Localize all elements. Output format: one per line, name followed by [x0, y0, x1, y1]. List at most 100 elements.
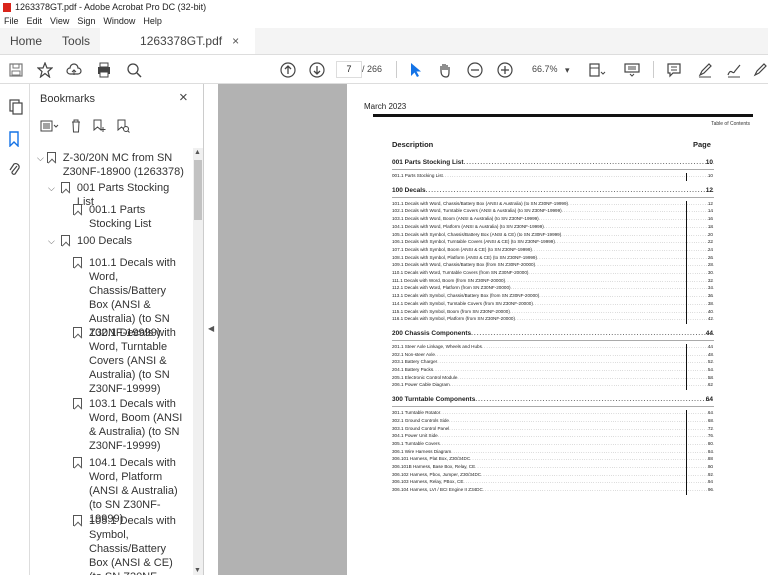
bookmarks-scrollbar[interactable]: ▲ ▼ — [193, 148, 203, 575]
page-thumbnails-icon[interactable] — [7, 97, 23, 116]
toc-entry-row[interactable]: 306.103 Harness, Relay, PBox, CE .......… — [392, 479, 714, 484]
toc-entry-page: 94 — [707, 479, 713, 485]
toc-entry-row[interactable]: 205.1 Electronic Control Module ........… — [392, 375, 714, 380]
select-cursor-icon[interactable] — [409, 60, 423, 79]
zoom-search-icon[interactable] — [126, 60, 142, 79]
toc-entry-row[interactable]: 206.1 Power Cable Diagram ..............… — [392, 382, 714, 387]
document-canvas[interactable]: March 2023 Table of Contents Description… — [218, 84, 768, 575]
toc-entry-row[interactable]: 202.1 Non-steer Axle ...................… — [392, 352, 714, 357]
toc-entry-row[interactable]: 106.1 Decals with Symbol, Turntable Cove… — [392, 239, 714, 244]
close-panel-icon[interactable]: × — [179, 89, 188, 106]
zoom-dropdown-chevron-icon[interactable]: ▾ — [565, 61, 570, 80]
bookmark-node-102-1[interactable]: 102.1 Decals with Word, Turntable Covers… — [73, 326, 187, 396]
toc-entry-row[interactable]: 104.1 Decals with Word, Platform (ANSI &… — [392, 224, 714, 229]
save-icon[interactable] — [9, 60, 23, 79]
menu-window[interactable]: Window — [103, 16, 135, 26]
tab-tools[interactable]: Tools — [52, 28, 100, 54]
toc-entry-row[interactable]: 108.1 Decals with Symbol, Platform (ANSI… — [392, 255, 714, 260]
toc-entry-row[interactable]: 102.1 Decals with Word, Turntable Covers… — [392, 208, 714, 213]
toc-entry-label: 104.1 Decals with Word, Platform (ANSI &… — [392, 223, 544, 229]
bookmark-label: Z-30/20N MC from SN Z30NF-18900 (1263378… — [62, 152, 184, 178]
new-bookmark-icon[interactable] — [92, 119, 106, 136]
menu-file[interactable]: File — [4, 16, 19, 26]
toc-entry-row[interactable]: 303.1 Ground Control Panel .............… — [392, 426, 714, 431]
toc-entry-row[interactable]: 204.1 Battery Packs ....................… — [392, 367, 714, 372]
bookmark-node-105-1[interactable]: 105.1 Decals with Symbol, Chassis/Batter… — [73, 514, 187, 575]
bookmark-node-100[interactable]: ⌵ 100 Decals — [48, 234, 188, 248]
menu-view[interactable]: View — [50, 16, 69, 26]
find-bookmark-icon[interactable] — [116, 119, 130, 136]
toc-section-row[interactable]: 001 Parts Stocking List ................… — [392, 159, 714, 166]
scrollbar-thumb[interactable] — [194, 160, 202, 220]
zoom-in-icon[interactable] — [497, 60, 513, 79]
previous-page-icon[interactable] — [280, 60, 296, 79]
star-bookmark-icon[interactable] — [37, 60, 53, 79]
collapse-left-arrow-icon[interactable]: ◀ — [208, 324, 214, 333]
toc-entry-row[interactable]: 115.1 Decals with Symbol, Boom (from SN … — [392, 309, 714, 314]
chevron-down-icon[interactable]: ⌵ — [37, 151, 44, 179]
scroll-down-arrow-icon[interactable]: ▼ — [194, 567, 201, 574]
toc-entry-row[interactable]: 306.104 Harness, LVI / BCI Engine II Z34… — [392, 487, 714, 492]
tab-home[interactable]: Home — [0, 28, 52, 54]
toc-entry-row[interactable]: 107.1 Decals with Symbol, Boom (ANSI & C… — [392, 247, 714, 252]
bookmarks-panel-title: Bookmarks — [40, 93, 96, 105]
zoom-out-icon[interactable] — [467, 60, 483, 79]
chevron-down-icon[interactable]: ⌵ — [48, 181, 58, 209]
toc-section-row[interactable]: 200 Chassis Components .................… — [392, 330, 714, 337]
toc-entry-row[interactable]: 306.102 Harness, Pbox, Jumper, Z30/34DC … — [392, 472, 714, 477]
toc-entry-row[interactable]: 306.1 Wire Harness Diagram .............… — [392, 449, 714, 454]
tab-close-icon[interactable]: × — [232, 34, 239, 48]
toc-entry-row[interactable]: 301.1 Turntable Rotator ................… — [392, 410, 714, 415]
comment-icon[interactable] — [666, 60, 682, 79]
toc-entry-row[interactable]: 105.1 Decals with Symbol, Chassis/Batter… — [392, 232, 714, 237]
bookmark-node-001-1[interactable]: 001.1 Parts Stocking List — [73, 203, 185, 231]
toc-entry-row[interactable]: 113.1 Decals with Symbol, Chassis/Batter… — [392, 293, 714, 298]
upload-cloud-icon[interactable] — [66, 60, 82, 79]
toc-entry-row[interactable]: 306.101 Harness, Plat Box, Z30/34DC ....… — [392, 456, 714, 461]
bookmark-tree[interactable]: ⌵ Z-30/20N MC from SN Z30NF-18900 (12633… — [30, 148, 193, 575]
toc-entry-row[interactable]: 110.1 Decals with Word, Turntable Covers… — [392, 270, 714, 275]
fill-sign-icon[interactable] — [752, 60, 768, 79]
toc-entry-row[interactable]: 305.1 Turntable Covers .................… — [392, 441, 714, 446]
toc-entry-row[interactable]: 114.1 Decals with Symbol, Turntable Cove… — [392, 301, 714, 306]
toc-section-title: 300 Turntable Components — [392, 396, 476, 404]
zoom-level-select[interactable]: 66.7% — [532, 64, 558, 74]
tab-document[interactable]: 1263378GT.pdf × — [100, 28, 256, 54]
panel-collapse-handle[interactable]: ◀ — [204, 84, 218, 575]
toc-page-bracket — [686, 343, 687, 391]
page-number-input[interactable]: 7 — [336, 61, 362, 78]
toc-entry-label: 201.1 Steer Axle Linkage, Wheels and Hub… — [392, 343, 482, 349]
menu-help[interactable]: Help — [143, 16, 162, 26]
bookmark-node-root[interactable]: ⌵ Z-30/20N MC from SN Z30NF-18900 (12633… — [37, 151, 187, 179]
toc-entry-row[interactable]: 201.1 Steer Axle Linkage, Wheels and Hub… — [392, 344, 714, 349]
toc-entry-row[interactable]: 302.1 Ground Controls Side .............… — [392, 418, 714, 423]
toc-entry-row[interactable]: 304.1 Power Unit Side ..................… — [392, 433, 714, 438]
toc-entry-row[interactable]: 109.1 Decals with Word, Chassis/Battery … — [392, 262, 714, 267]
page-display-icon[interactable] — [588, 60, 606, 79]
bookmarks-panel-icon[interactable] — [7, 129, 21, 148]
attachments-paperclip-icon[interactable] — [7, 159, 21, 178]
scroll-up-arrow-icon[interactable]: ▲ — [194, 149, 201, 156]
chevron-down-icon[interactable]: ⌵ — [48, 234, 58, 248]
hand-tool-icon[interactable] — [437, 60, 453, 79]
next-page-icon[interactable] — [309, 60, 325, 79]
sign-icon[interactable] — [726, 60, 742, 79]
menu-edit[interactable]: Edit — [27, 16, 43, 26]
toc-section-row[interactable]: 100 Decals .............................… — [392, 187, 714, 194]
toc-entry-row[interactable]: 101.1 Decals with Word, Chassis/Battery … — [392, 201, 714, 206]
toc-section-row[interactable]: 300 Turntable Components ...............… — [392, 396, 714, 403]
toc-entry-row[interactable]: 001.1 Parts Stocking List ..............… — [392, 173, 714, 178]
print-icon[interactable] — [96, 60, 112, 79]
toc-entry-row[interactable]: 111.1 Decals with Word, Boom (from SN Z3… — [392, 278, 714, 283]
toc-entry-row[interactable]: 116.1 Decals with Symbol, Platform (from… — [392, 316, 714, 321]
toc-entry-row[interactable]: 306.101B Harness, Base Box, Relay, CE ..… — [392, 464, 714, 469]
delete-bookmark-icon[interactable] — [70, 119, 82, 136]
bookmark-node-103-1[interactable]: 103.1 Decals with Word, Boom (ANSI & Aus… — [73, 397, 187, 453]
keyboard-tools-icon[interactable] — [623, 60, 641, 79]
options-menu-icon[interactable] — [40, 120, 60, 135]
toc-entry-row[interactable]: 203.1 Battery Charger ..................… — [392, 359, 714, 364]
menu-sign[interactable]: Sign — [77, 16, 95, 26]
toc-entry-row[interactable]: 112.1 Decals with Word, Platform (from S… — [392, 285, 714, 290]
highlight-pen-icon[interactable] — [697, 60, 713, 79]
toc-entry-row[interactable]: 103.1 Decals with Word, Boom (ANSI & Aus… — [392, 216, 714, 221]
